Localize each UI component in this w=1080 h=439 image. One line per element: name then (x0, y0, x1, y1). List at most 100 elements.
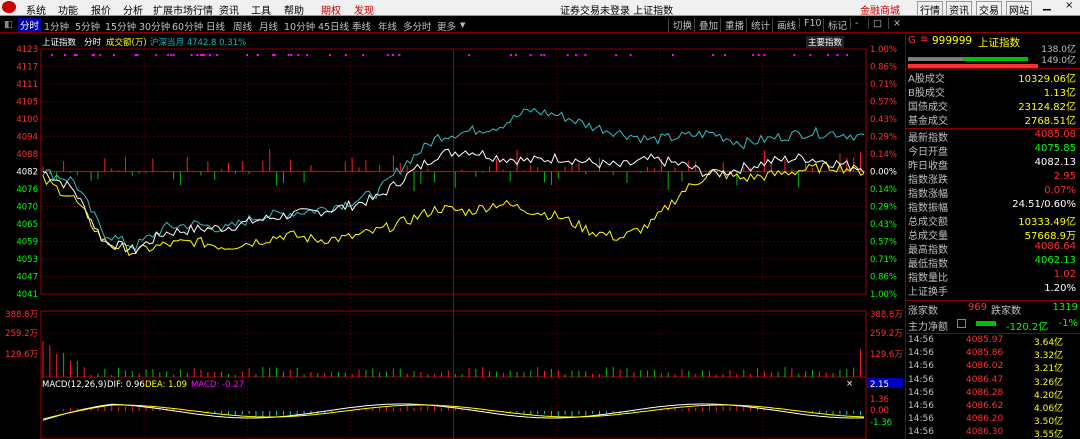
tab-45day[interactable]: 45日线 (318, 19, 349, 33)
macd-dif: DIF: 0.96 (107, 380, 145, 390)
menu-help[interactable]: 帮助 (284, 2, 304, 17)
pct-axis-label: 0.00% (870, 168, 897, 178)
turnover-label: A股成交 (908, 74, 945, 85)
macd-axis-label: 0.00 (870, 406, 889, 416)
volume-axis-label: 129.6万 (870, 350, 903, 360)
tab-quarterly[interactable]: 季线 (352, 19, 371, 33)
tick-row[interactable]: 14:56 4086.47 3.26亿 (906, 375, 1080, 388)
turnover-value: 2768.51亿 (1024, 116, 1076, 127)
switch-button[interactable]: 切换 (668, 18, 692, 32)
tab-multi-timeshare[interactable]: 多分时 (403, 19, 432, 33)
menu-tools[interactable]: 工具 (251, 2, 271, 17)
tab-60min[interactable]: 60分钟 (172, 19, 203, 33)
pct-axis-label: 0.29% (870, 203, 897, 213)
index-stat-label: 今日开盘 (908, 147, 948, 158)
turnover-row: B股成交 1.13亿 (908, 84, 1078, 99)
main-flow-toggle-icon[interactable] (957, 319, 966, 328)
app-logo-icon (2, 1, 16, 13)
price-axis-label: 4094 (16, 133, 38, 143)
index-stat-value: 1.20% (1044, 283, 1076, 294)
panel-toggle-icon[interactable]: ◧ (4, 19, 13, 30)
signal-dot (752, 54, 755, 56)
more-chevron-icon[interactable]: ▼ (460, 21, 465, 29)
price-axis-label: 4059 (16, 238, 38, 248)
tab-weekly[interactable]: 周线 (233, 19, 252, 33)
index-stat-row: 最新指数 4085.08 (908, 129, 1078, 144)
tick-list[interactable]: 14:56 4085.97 3.64亿 14:56 4085.86 3.32亿 14:56 4… (906, 335, 1080, 439)
signal-dot (540, 54, 543, 56)
close-icon[interactable]: × (1065, 0, 1073, 11)
menu-analysis[interactable]: 分析 (123, 2, 143, 17)
menu-function[interactable]: 功能 (58, 2, 78, 17)
index-stat-value: 1.02 (1053, 269, 1076, 280)
tab-10min[interactable]: 10分钟 (284, 19, 315, 33)
tab-more[interactable]: 更多 (437, 19, 456, 33)
tab-5min[interactable]: 5分钟 (75, 19, 100, 33)
menu-quote[interactable]: 报价 (91, 2, 111, 17)
tab-30min[interactable]: 30分钟 (139, 19, 170, 33)
signal-dot (256, 54, 259, 56)
stats-button[interactable]: 统计 (746, 18, 770, 32)
macd-close-icon[interactable]: × (846, 379, 853, 389)
menu-options[interactable]: 期权 (321, 2, 341, 17)
tab-monthly[interactable]: 月线 (259, 19, 278, 33)
mark-button[interactable]: 标记 (823, 18, 847, 32)
tick-price: 4086.62 (966, 401, 1004, 411)
signal-dot (167, 54, 170, 56)
signal-dot (846, 54, 849, 56)
finance-mall-link[interactable]: 金融商城 (860, 2, 900, 17)
pct-axis-label: 0.43% (870, 220, 897, 230)
menu-lines-icon[interactable]: ≡ (920, 34, 928, 45)
turnover-value: 10329.06亿 (1018, 74, 1076, 85)
chart-index-name: 上证指数 (42, 38, 77, 48)
tick-row[interactable]: 14:56 4085.86 3.32亿 (906, 348, 1080, 361)
signal-dot (529, 54, 532, 56)
tab-15min[interactable]: 15分钟 (105, 19, 136, 33)
signal-dot (836, 54, 839, 56)
signal-dot (297, 54, 300, 56)
signal-dot (306, 54, 309, 56)
tick-row[interactable]: 14:56 4086.62 4.06亿 (906, 401, 1080, 414)
turnover-value: 23124.82亿 (1018, 102, 1076, 113)
tick-row[interactable]: 14:56 4086.20 3.50亿 (906, 414, 1080, 427)
f10-button[interactable]: F10 (799, 18, 822, 29)
menu-discover[interactable]: 发现 (354, 2, 374, 17)
price-axis-label: 4117 (16, 63, 38, 73)
macd-label: MACD(12,26,9) (42, 380, 107, 390)
main-index-button[interactable]: 主要指数 (806, 36, 845, 48)
divider (906, 68, 1080, 69)
index-stat-label: 总成交量 (908, 231, 948, 242)
tab-daily[interactable]: 日线 (206, 19, 225, 33)
pct-axis-label: 1.00% (870, 45, 897, 55)
tick-row[interactable]: 14:56 4086.28 4.20亿 (906, 388, 1080, 401)
index-stat-value: 10333.49亿 (1018, 217, 1076, 228)
tick-row[interactable]: 14:56 4086.30 3.55亿 (906, 427, 1080, 439)
replay-button[interactable]: 重播 (720, 18, 744, 32)
signal-dot (514, 54, 517, 56)
index-stat-value: 4062.13 (1034, 255, 1076, 266)
menu-extended-market[interactable]: 扩展市场行情 (153, 2, 213, 17)
tick-row[interactable]: 14:56 4085.97 3.64亿 (906, 335, 1080, 348)
index-stat-row: 指数振幅 24.51/0.60% (908, 199, 1078, 214)
tab-yearly[interactable]: 年线 (378, 19, 397, 33)
signal-dot (287, 54, 290, 56)
timeshare-chart-panel[interactable]: 4123 1.00% 4117 0.86% 4111 0.71% 4105 0.57% 4100… (0, 33, 905, 439)
maximize-panel-button[interactable]: □ (868, 18, 882, 29)
buy-volume-bar-bg (908, 58, 963, 61)
draw-button[interactable]: 画线 (772, 18, 796, 32)
tab-1min[interactable]: 1分钟 (44, 19, 69, 33)
tick-row[interactable]: 14:56 4086.02 3.21亿 (906, 361, 1080, 374)
minimize-icon[interactable]: ▁ (1043, 0, 1051, 11)
volume-axis-label: 388.8万 (870, 310, 903, 320)
overlay-button[interactable]: 叠加 (694, 18, 718, 32)
price-axis-label: 4123 (16, 45, 38, 55)
chart-canvas[interactable]: 4123 1.00% 4117 0.86% 4111 0.71% 4105 0.57% 4100… (0, 33, 905, 439)
index-stat-label: 总成交额 (908, 217, 948, 228)
index-stat-label: 最低指数 (908, 259, 948, 270)
menu-system[interactable]: 系统 (26, 2, 46, 17)
signal-dot (672, 54, 675, 56)
minimize-panel-button[interactable]: - (850, 18, 858, 29)
menu-news[interactable]: 资讯 (219, 2, 239, 17)
close-panel-button[interactable]: × (888, 18, 901, 29)
tab-timeshare[interactable]: 分时 (18, 18, 42, 32)
